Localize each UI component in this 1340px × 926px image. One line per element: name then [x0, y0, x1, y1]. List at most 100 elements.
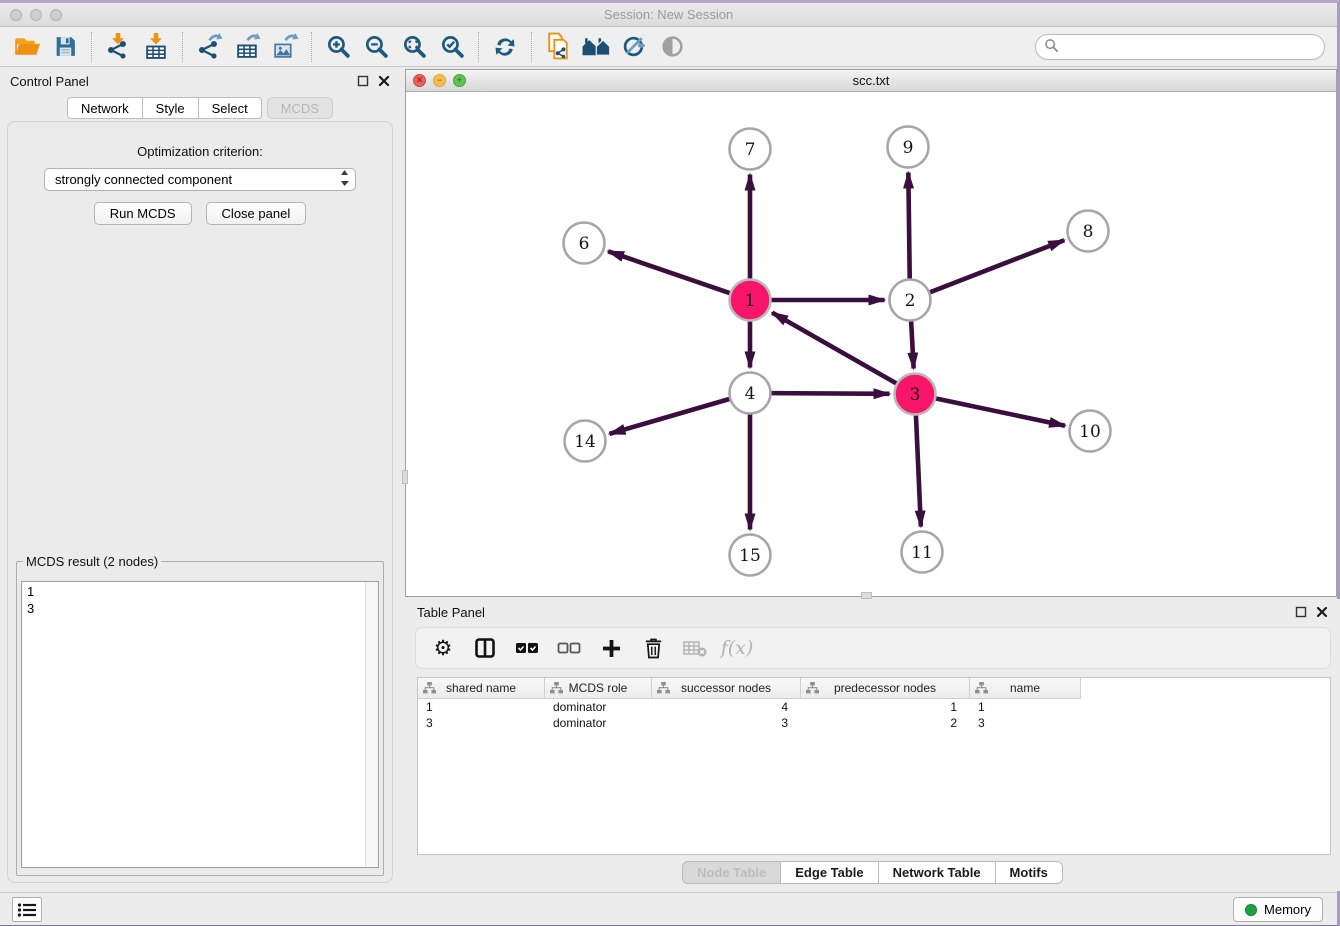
close-panel-icon[interactable]: [378, 75, 390, 87]
search-box[interactable]: [1035, 34, 1325, 60]
column-header-MCDS-role[interactable]: MCDS role: [545, 678, 652, 699]
close-window-button[interactable]: [10, 9, 22, 21]
column-type-icon: [975, 682, 988, 697]
graph-node-14[interactable]: 14: [565, 421, 606, 462]
save-session-icon[interactable]: [46, 30, 84, 64]
zoom-selected-icon[interactable]: [433, 30, 471, 64]
network-close-icon[interactable]: ✕: [413, 74, 426, 87]
graph-node-10[interactable]: 10: [1070, 411, 1111, 452]
graph-node-9[interactable]: 9: [888, 127, 929, 168]
canvas-splitter-handle[interactable]: [861, 592, 872, 599]
first-neighbors-icon[interactable]: [577, 30, 615, 64]
table-cell[interactable]: 1: [970, 699, 1081, 715]
graph-edge-4-14[interactable]: [609, 399, 729, 434]
columns-icon[interactable]: [472, 633, 498, 663]
settings-icon[interactable]: ⚙: [430, 633, 456, 663]
panel-splitter-handle[interactable]: [402, 470, 408, 484]
table-cell[interactable]: 3: [418, 715, 545, 731]
column-header-shared-name[interactable]: shared name: [418, 678, 545, 699]
graph-node-1[interactable]: 1: [730, 280, 771, 321]
close-panel-button[interactable]: Close panel: [206, 202, 307, 225]
column-header-label: shared name: [446, 681, 516, 695]
run-mcds-button[interactable]: Run MCDS: [94, 202, 192, 225]
network-window-titlebar[interactable]: ✕ − + scc.txt: [406, 70, 1336, 92]
column-header-name[interactable]: name: [970, 678, 1081, 699]
table-cell[interactable]: 1: [418, 699, 545, 715]
open-session-icon[interactable]: [8, 30, 46, 64]
table-panel-title: Table Panel: [417, 605, 485, 620]
graph-node-11[interactable]: 11: [902, 532, 943, 573]
graph-edge-3-11[interactable]: [916, 415, 921, 526]
import-table-icon[interactable]: [137, 30, 175, 64]
tab-edge-table[interactable]: Edge Table: [780, 861, 878, 884]
table-cell[interactable]: 3: [652, 715, 801, 731]
graph-node-7[interactable]: 7: [730, 129, 771, 170]
table-row[interactable]: 1dominator411: [418, 699, 1330, 715]
graph-edge-4-3[interactable]: [771, 393, 889, 394]
tab-select[interactable]: Select: [198, 97, 262, 119]
maximize-window-button[interactable]: [50, 9, 62, 21]
graph-node-8[interactable]: 8: [1068, 211, 1109, 252]
delete-column-icon[interactable]: [640, 633, 666, 663]
deselect-all-icon[interactable]: [556, 633, 582, 663]
result-scrollbar[interactable]: [365, 582, 378, 867]
graph-edge-3-10[interactable]: [936, 398, 1065, 425]
memory-button[interactable]: Memory: [1233, 897, 1323, 922]
zoom-in-icon[interactable]: [319, 30, 357, 64]
add-column-icon[interactable]: [598, 633, 624, 663]
column-header-label: name: [1010, 681, 1040, 695]
zoom-fit-icon[interactable]: [395, 30, 433, 64]
export-table-icon[interactable]: [228, 30, 266, 64]
table-cell[interactable]: 4: [652, 699, 801, 715]
table-cell[interactable]: dominator: [545, 715, 652, 731]
close-table-panel-icon[interactable]: [1316, 606, 1328, 618]
graph-node-3[interactable]: 3: [895, 374, 936, 415]
tab-node-table[interactable]: Node Table: [682, 861, 781, 884]
network-graph[interactable]: 7 9 6 8 1 2 4 3 14 10 15 11: [407, 93, 1337, 596]
tab-mcds[interactable]: MCDS: [267, 97, 333, 119]
minimize-window-button[interactable]: [30, 9, 42, 21]
table-row[interactable]: 3dominator323: [418, 715, 1330, 731]
export-image-icon[interactable]: [266, 30, 304, 64]
tab-motifs[interactable]: Motifs: [995, 861, 1063, 884]
float-panel-icon[interactable]: [357, 75, 369, 87]
tab-network-table[interactable]: Network Table: [878, 861, 996, 884]
criterion-select[interactable]: strongly connected component: [44, 168, 356, 191]
column-header-label: MCDS role: [569, 681, 628, 695]
mcds-result-text[interactable]: 13: [21, 581, 379, 868]
table-cell[interactable]: dominator: [545, 699, 652, 715]
show-vizmapper-icon[interactable]: [615, 30, 653, 64]
column-header-successor-nodes[interactable]: successor nodes: [652, 678, 801, 699]
network-maximize-icon[interactable]: +: [453, 74, 466, 87]
column-header-predecessor-nodes[interactable]: predecessor nodes: [801, 678, 970, 699]
graph-edge-2-8[interactable]: [930, 240, 1064, 292]
toolbar-separator: [478, 32, 479, 62]
graph-node-15[interactable]: 15: [730, 535, 771, 576]
graph-node-label: 3: [910, 385, 921, 405]
table-cell[interactable]: 1: [801, 699, 970, 715]
graph-edge-2-3[interactable]: [911, 321, 914, 368]
table-cell[interactable]: 3: [970, 715, 1081, 731]
refresh-network-icon[interactable]: [486, 30, 524, 64]
network-minimize-icon[interactable]: −: [433, 74, 446, 87]
import-network-icon[interactable]: [99, 30, 137, 64]
duplicate-network-icon[interactable]: [539, 30, 577, 64]
table-cell[interactable]: 2: [801, 715, 970, 731]
graph-edge-1-6[interactable]: [608, 251, 730, 293]
task-history-button[interactable]: [12, 897, 42, 922]
graph-node-4[interactable]: 4: [730, 373, 771, 414]
graph-edge-3-1[interactable]: [772, 313, 896, 384]
tab-style[interactable]: Style: [142, 97, 199, 119]
tab-network[interactable]: Network: [67, 97, 143, 119]
graph-node-6[interactable]: 6: [564, 223, 605, 264]
export-network-icon[interactable]: [190, 30, 228, 64]
select-all-icon[interactable]: [514, 633, 540, 663]
control-panel-tabs: NetworkStyleSelectMCDS: [0, 97, 400, 119]
float-table-panel-icon[interactable]: [1295, 606, 1307, 618]
graph-edge-2-9[interactable]: [908, 172, 909, 278]
zoom-out-icon[interactable]: [357, 30, 395, 64]
table-header-row: shared name MCDS role successor nodesprede…: [418, 678, 1330, 699]
network-canvas[interactable]: 7 9 6 8 1 2 4 3 14 10 15 11: [407, 93, 1335, 595]
search-input[interactable]: [1064, 40, 1316, 55]
graph-node-2[interactable]: 2: [890, 280, 931, 321]
